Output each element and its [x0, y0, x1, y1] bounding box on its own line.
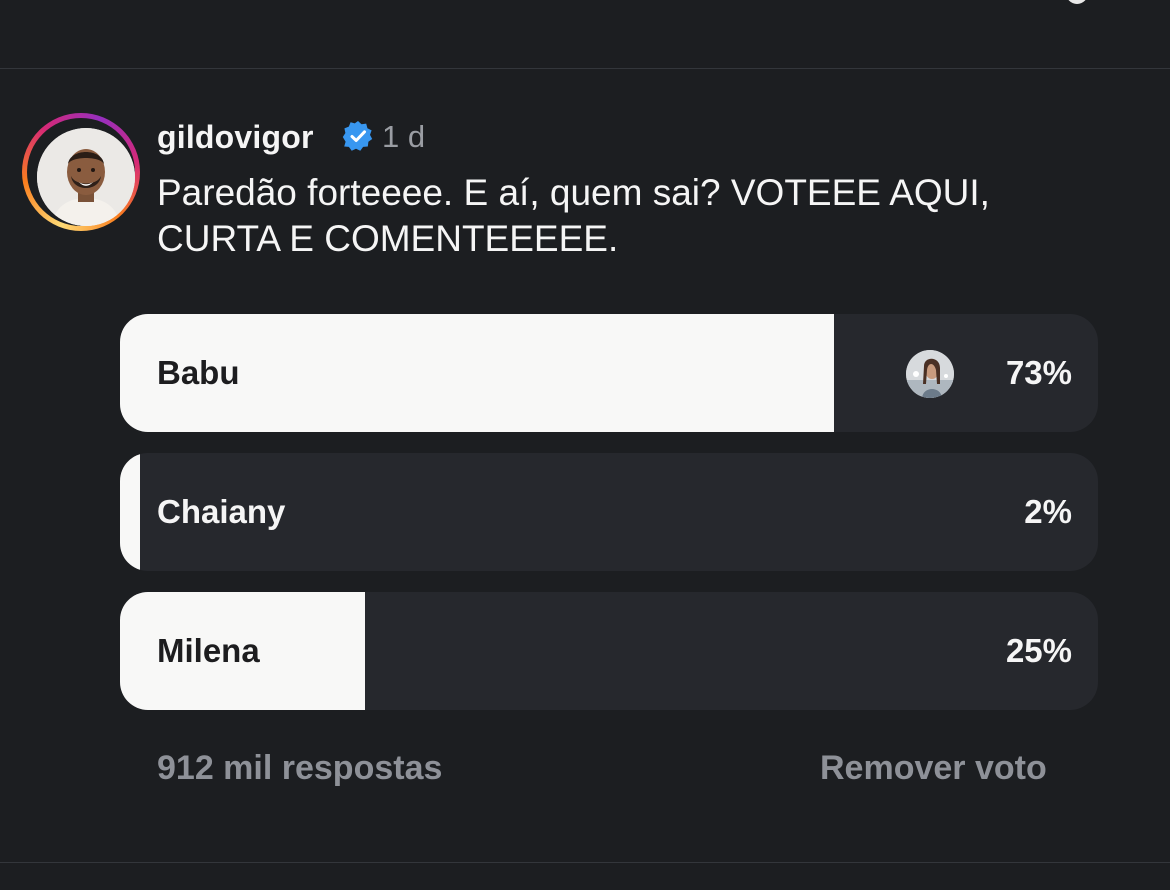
remove-vote-button[interactable]: Remover voto [820, 746, 1047, 790]
poll-option-percent: 25% [1005, 632, 1072, 669]
poll-option-milena[interactable]: Milena 25% [120, 592, 1098, 710]
poll-option-label: Babu [157, 354, 240, 391]
poll-option-chaiany[interactable]: Chaiany 2% [120, 453, 1098, 571]
post-caption: Paredão forteeee. E aí, quem sai? VOTEEE… [157, 172, 990, 259]
poll-fill-bar [120, 453, 140, 571]
story-ring-avatar[interactable] [22, 113, 140, 231]
divider [0, 862, 1170, 863]
post-username[interactable]: gildovigor [157, 117, 314, 157]
header-icon[interactable] [1066, 0, 1088, 4]
avatar-image [37, 128, 135, 226]
voter-avatar-image [906, 350, 954, 398]
poll-option-label: Chaiany [157, 493, 286, 530]
poll-response-count: 912 mil respostas [157, 749, 443, 787]
verified-badge-icon [342, 121, 373, 151]
poll-option-babu[interactable]: Babu 73% [120, 314, 1098, 432]
profile-avatar [37, 128, 135, 226]
top-header-strip [0, 0, 1170, 68]
divider [0, 68, 1170, 69]
poll-option-percent: 73% [1005, 354, 1072, 391]
post-time: 1 d [382, 119, 426, 154]
poll-option-percent: 2% [1024, 493, 1072, 530]
poll-option-label: Milena [157, 632, 260, 669]
voter-avatar [906, 350, 954, 398]
